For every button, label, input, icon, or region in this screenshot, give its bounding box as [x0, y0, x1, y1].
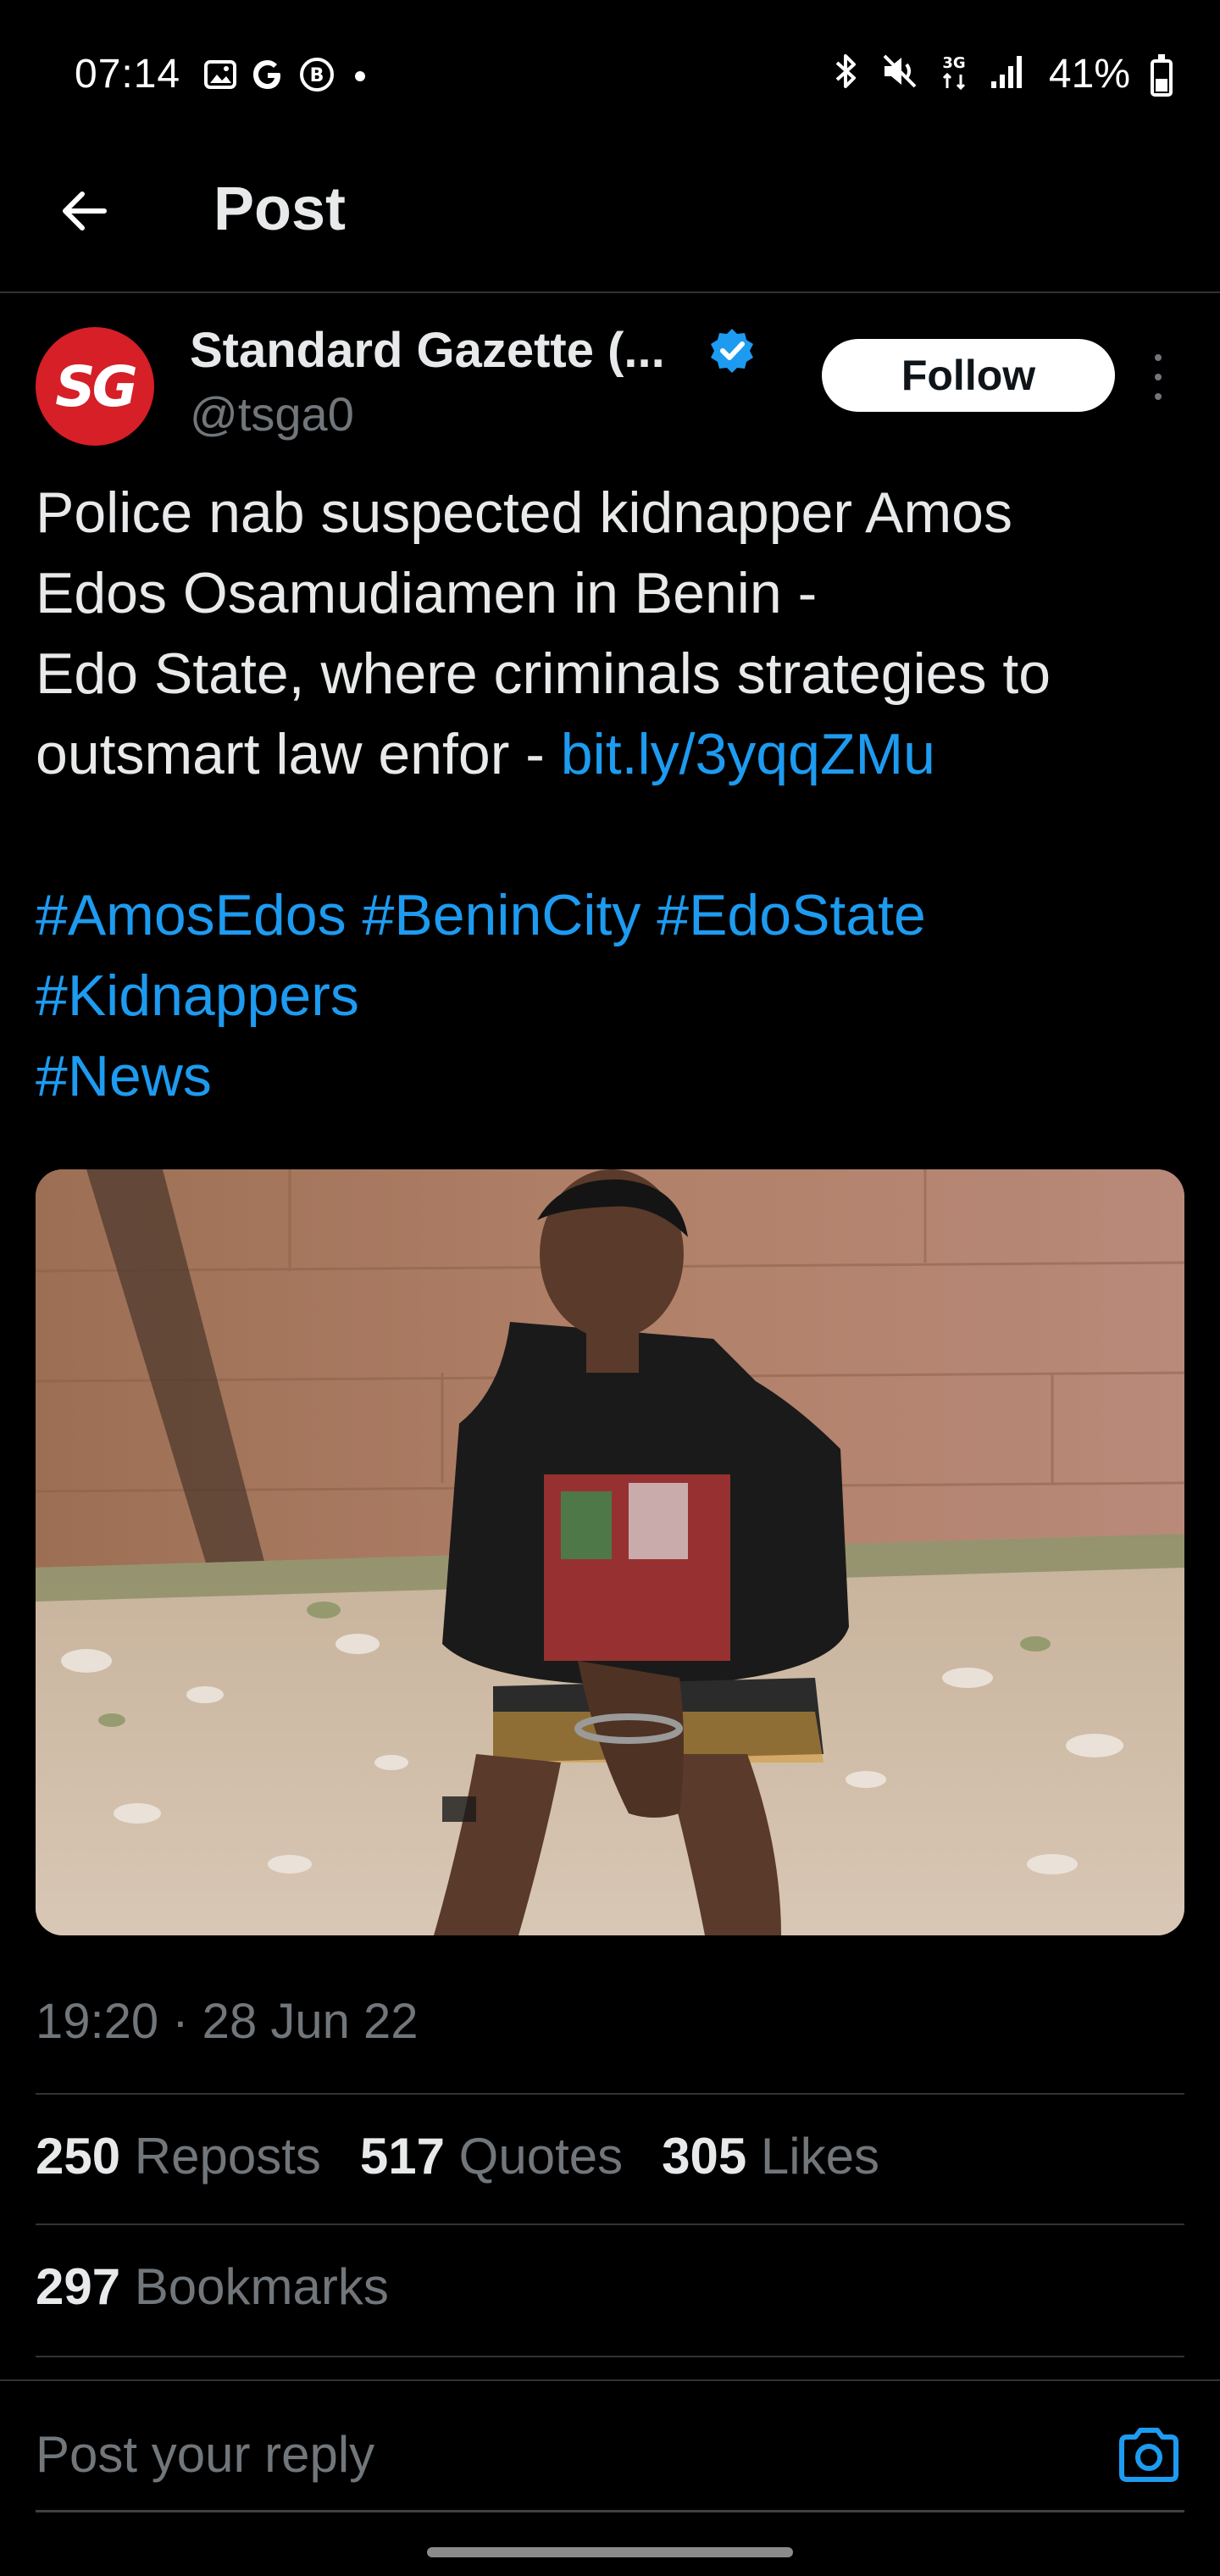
author-name[interactable]: Standard Gazette (... [190, 322, 665, 379]
author-handle: @tsga0 [190, 387, 354, 441]
avatar[interactable]: SG [36, 327, 154, 446]
bookmarks-label: Bookmarks [134, 2258, 389, 2315]
status-right-icons: 3G [830, 51, 1025, 92]
reply-divider [0, 2379, 1220, 2381]
status-bar: 07:14 B 3G 41% [0, 0, 1220, 153]
home-indicator[interactable] [427, 2547, 793, 2557]
post-text-spacer [36, 795, 1188, 875]
dot-icon [355, 71, 365, 81]
camera-icon[interactable] [1117, 2427, 1181, 2483]
avatar-initials: SG [55, 353, 138, 419]
battery-fill [1156, 79, 1167, 92]
signal-icon [991, 56, 1022, 88]
status-left-icons: B [203, 56, 373, 93]
post-text-line: Police nab suspected kidnapper Amos [36, 480, 1012, 545]
likes-label: Likes [760, 2128, 879, 2185]
likes-count: 305 [662, 2128, 747, 2185]
status-time: 07:14 [75, 52, 181, 97]
hashtags-line[interactable]: #News [36, 1036, 1188, 1117]
reposts-count: 250 [36, 2128, 121, 2185]
3g-icon: 3G [942, 54, 966, 91]
hashtags-line[interactable]: #AmosEdos #BeninCity #EdoState [36, 875, 1188, 956]
reply-underline [36, 2510, 1184, 2512]
svg-text:B: B [310, 65, 324, 86]
b-icon: B [300, 58, 334, 92]
back-button[interactable] [53, 180, 115, 242]
mute-icon [883, 54, 917, 88]
post-image[interactable] [36, 1169, 1184, 1935]
google-icon [253, 60, 280, 89]
quotes-count: 517 [359, 2128, 445, 2185]
follow-button[interactable]: Follow [822, 339, 1115, 412]
reposts-stat[interactable]: 250 Reposts [36, 2127, 321, 2185]
quotes-label: Quotes [458, 2128, 624, 2185]
network-label: 3G [942, 54, 965, 72]
photo-illustration [36, 1169, 1184, 1935]
battery-icon [1151, 54, 1173, 97]
stats-divider [36, 2223, 1184, 2225]
battery-percent: 41% [1048, 52, 1130, 97]
post-text-line: Edos Osamudiamen in Benin - [36, 561, 818, 625]
post-timestamp: 19:20 · 28 Jun 22 [36, 1994, 419, 2049]
page-title: Post [214, 175, 347, 243]
quotes-stat[interactable]: 517 Quotes [360, 2127, 623, 2185]
bluetooth-icon [835, 54, 856, 88]
verified-badge-icon [711, 329, 753, 373]
more-options-icon[interactable] [1145, 354, 1171, 400]
reply-input[interactable]: Post your reply [36, 2425, 374, 2484]
gallery-icon [204, 60, 236, 89]
back-arrow-icon [63, 192, 107, 230]
header-divider [0, 291, 1220, 293]
engagement-stats: 250 Reposts 517 Quotes 305 Likes [36, 2127, 879, 2185]
reposts-label: Reposts [134, 2128, 321, 2185]
bookmarks-count: 297 [36, 2258, 121, 2315]
post-text-line: outsmart law enfor - bit.ly/3yqqZMu [36, 714, 1188, 795]
meta-divider [36, 2093, 1184, 2095]
post-text-line: Edo State, where criminals strategies to [36, 641, 1051, 706]
bookmarks-divider [36, 2356, 1184, 2357]
likes-stat[interactable]: 305 Likes [662, 2127, 879, 2185]
post-link[interactable]: bit.ly/3yqqZMu [561, 722, 935, 786]
post-text-fragment: outsmart law enfor - [36, 722, 561, 786]
hashtags-line[interactable]: #Kidnappers [36, 956, 1188, 1036]
bookmarks-stat[interactable]: 297 Bookmarks [36, 2257, 389, 2316]
post-text: Police nab suspected kidnapper Amos Edos… [36, 473, 1188, 1117]
